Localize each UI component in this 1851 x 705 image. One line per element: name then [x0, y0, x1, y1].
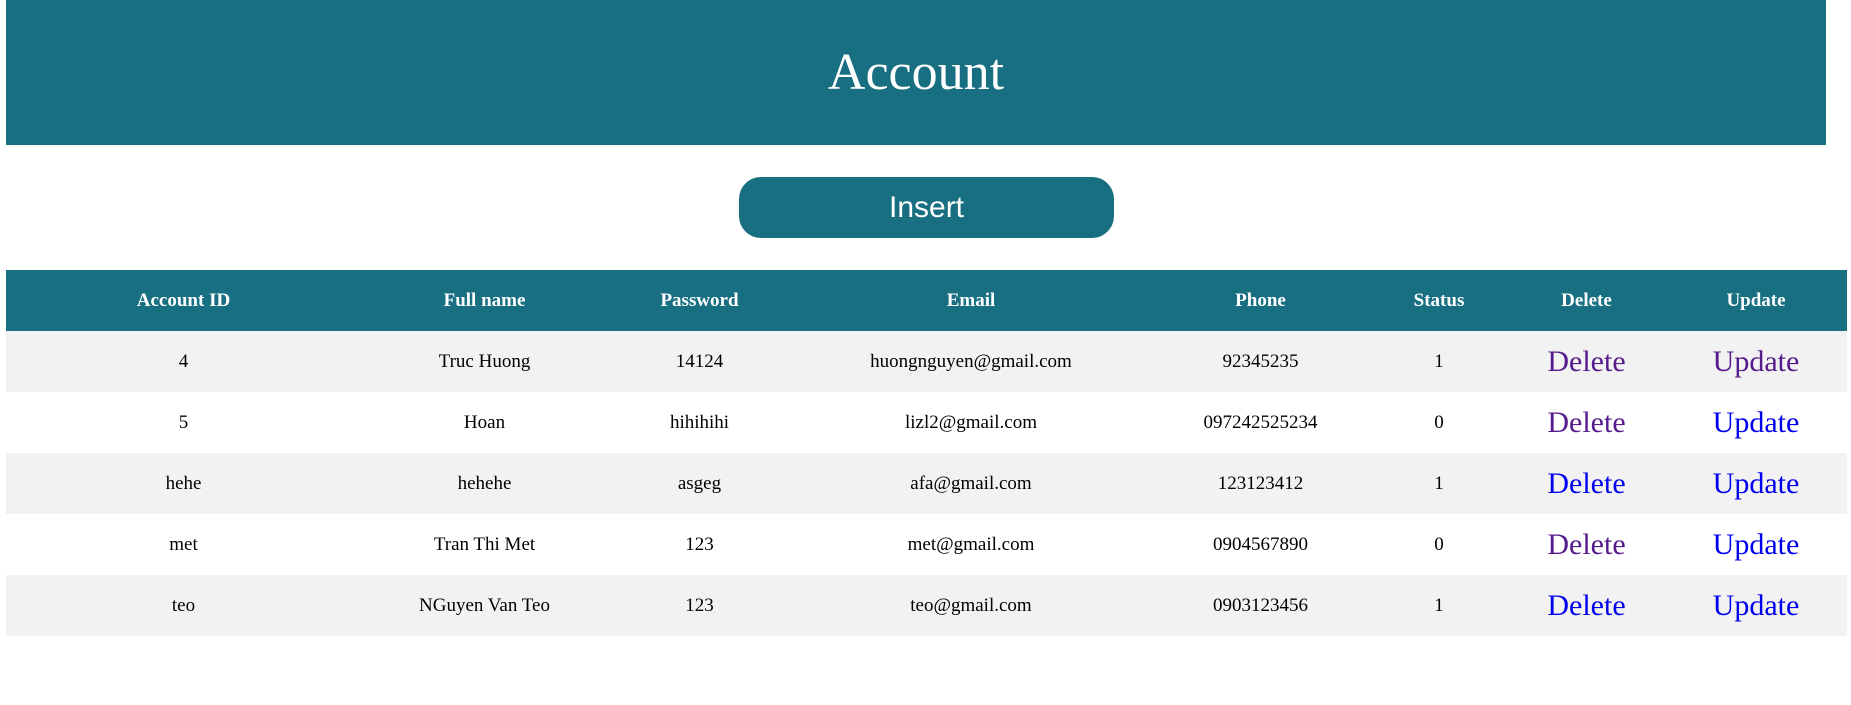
- header-email: Email: [946, 289, 996, 311]
- password-cell: asgeg: [677, 472, 722, 494]
- email-cell: met@gmail.com: [907, 533, 1035, 555]
- header-update: Update: [1726, 289, 1786, 311]
- table-row: 4 Truc Huong 14124 huongnguyen@gmail.com…: [6, 331, 1847, 392]
- update-link[interactable]: Update: [1713, 528, 1800, 561]
- email-cell: teo@gmail.com: [910, 594, 1032, 616]
- phone-cell: 92345235: [1222, 350, 1299, 372]
- phone-cell: 097242525234: [1203, 411, 1318, 433]
- delete-cell: Delete: [1508, 514, 1665, 575]
- status-cell: 0: [1434, 533, 1444, 555]
- update-cell: Update: [1665, 331, 1847, 392]
- phone-cell: 0903123456: [1213, 594, 1308, 616]
- phone-cell: 0904567890: [1213, 533, 1308, 555]
- update-cell: Update: [1665, 575, 1847, 636]
- header-password: Password: [660, 289, 739, 311]
- status-cell: 1: [1434, 472, 1444, 494]
- email-cell: afa@gmail.com: [910, 472, 1032, 494]
- full-name-cell: Hoan: [463, 411, 506, 433]
- phone-cell: 123123412: [1217, 472, 1304, 494]
- update-link[interactable]: Update: [1713, 467, 1800, 500]
- insert-button[interactable]: Insert: [739, 177, 1114, 238]
- table-row: met Tran Thi Met 123 met@gmail.com 09045…: [6, 514, 1847, 575]
- password-cell: hihihihi: [669, 411, 730, 433]
- account-id-cell: met: [169, 533, 198, 555]
- header-phone: Phone: [1235, 289, 1286, 311]
- account-id-cell: teo: [171, 594, 196, 616]
- status-cell: 1: [1434, 350, 1444, 372]
- delete-link[interactable]: Delete: [1547, 589, 1625, 622]
- table-row: hehe hehehe asgeg afa@gmail.com 12312341…: [6, 453, 1847, 514]
- status-cell: 0: [1434, 411, 1444, 433]
- update-cell: Update: [1665, 453, 1847, 514]
- full-name-cell: hehehe: [457, 472, 512, 494]
- delete-link[interactable]: Delete: [1547, 528, 1625, 561]
- header-status: Status: [1413, 289, 1465, 311]
- email-cell: huongnguyen@gmail.com: [870, 350, 1072, 372]
- delete-cell: Delete: [1508, 392, 1665, 453]
- delete-link[interactable]: Delete: [1547, 467, 1625, 500]
- update-link[interactable]: Update: [1713, 406, 1800, 439]
- delete-cell: Delete: [1508, 331, 1665, 392]
- header-full-name: Full name: [443, 289, 526, 311]
- account-id-cell: 4: [178, 350, 189, 372]
- full-name-cell: Truc Huong: [438, 350, 531, 372]
- table-row: 5 Hoan hihihihi lizl2@gmail.com 09724252…: [6, 392, 1847, 453]
- password-cell: 123: [685, 594, 714, 616]
- delete-link[interactable]: Delete: [1547, 345, 1625, 378]
- delete-link[interactable]: Delete: [1547, 406, 1625, 439]
- header-account-id: Account ID: [136, 289, 231, 311]
- password-cell: 123: [685, 533, 714, 555]
- account-id-cell: hehe: [165, 472, 202, 494]
- header-delete: Delete: [1561, 289, 1612, 311]
- update-cell: Update: [1665, 392, 1847, 453]
- page-header: Account: [6, 0, 1826, 145]
- table-row: teo NGuyen Van Teo 123 teo@gmail.com 090…: [6, 575, 1847, 636]
- full-name-cell: Tran Thi Met: [433, 533, 536, 555]
- password-cell: 14124: [675, 350, 724, 372]
- update-cell: Update: [1665, 514, 1847, 575]
- full-name-cell: NGuyen Van Teo: [419, 594, 550, 616]
- table-header-row: Account ID Full name Password Email Phon…: [6, 270, 1847, 331]
- email-cell: lizl2@gmail.com: [905, 411, 1037, 433]
- update-link[interactable]: Update: [1713, 345, 1800, 378]
- delete-cell: Delete: [1508, 453, 1665, 514]
- accounts-table: Account ID Full name Password Email Phon…: [6, 270, 1847, 636]
- update-link[interactable]: Update: [1713, 589, 1800, 622]
- account-id-cell: 5: [178, 411, 189, 433]
- page-title: Account: [827, 43, 1005, 101]
- status-cell: 1: [1434, 594, 1444, 616]
- delete-cell: Delete: [1508, 575, 1665, 636]
